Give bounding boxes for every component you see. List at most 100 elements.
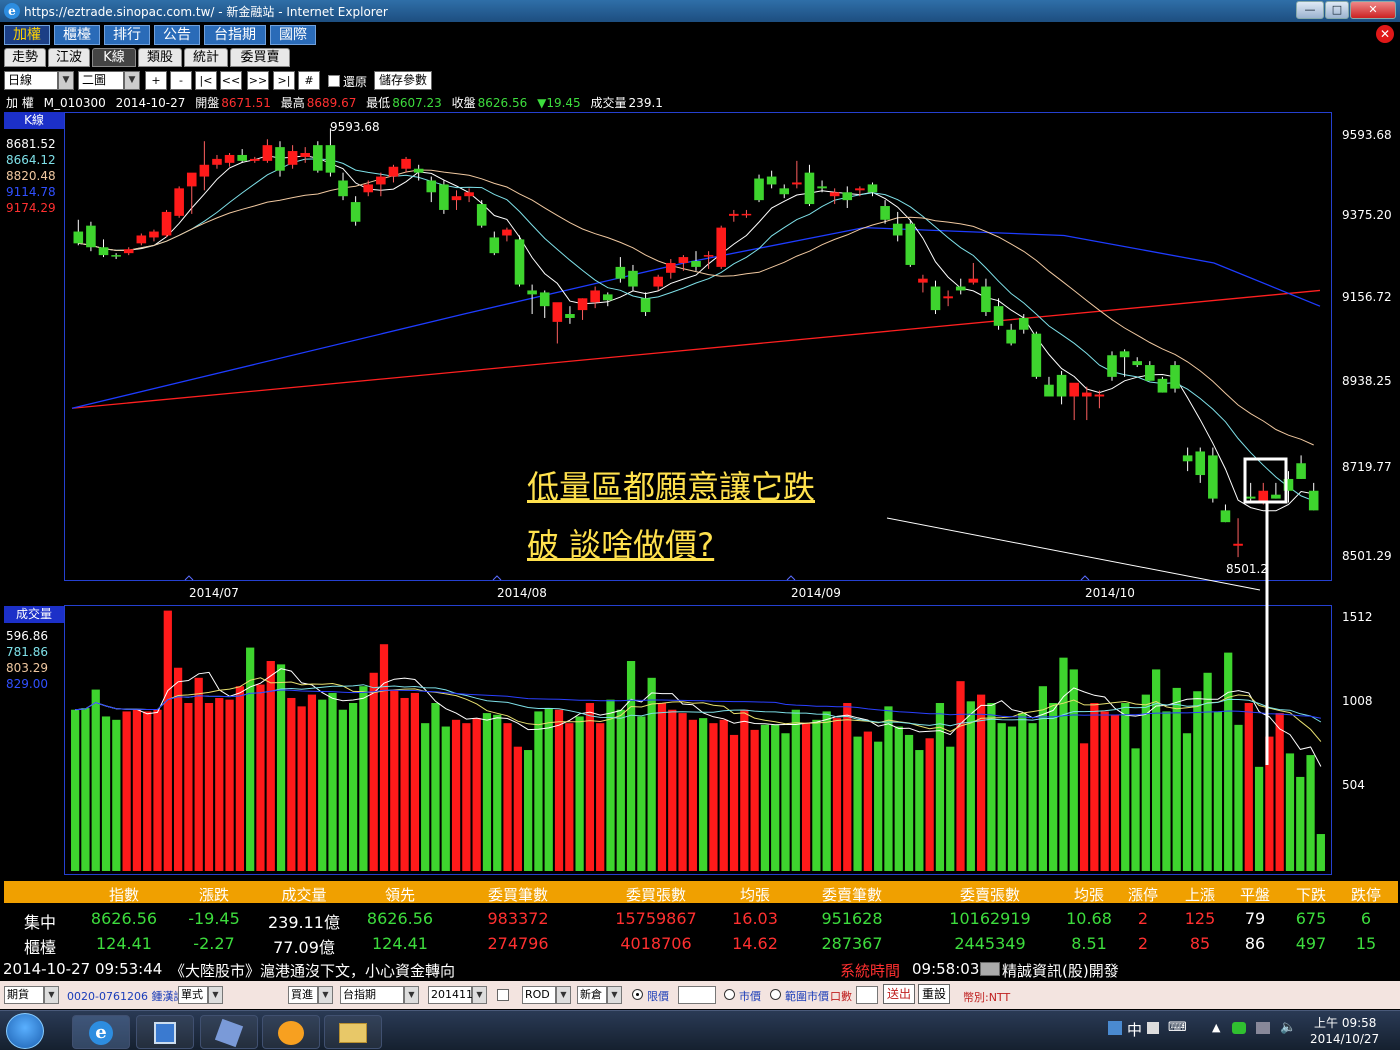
reset-button[interactable]: 重設	[918, 984, 950, 1004]
window-titlebar: e https://eztrade.sinopac.com.tw/ - 新金融站…	[0, 0, 1400, 22]
tab-stats[interactable]: 統計	[184, 48, 228, 67]
tab-international[interactable]: 國際	[270, 25, 316, 45]
candle-body	[1208, 455, 1218, 499]
candle-body	[111, 255, 121, 257]
first-button[interactable]: |<	[195, 71, 217, 90]
candle	[338, 172, 348, 201]
volume-bar	[1182, 733, 1192, 871]
submit-order-button[interactable]: 送出	[883, 984, 915, 1004]
candle-body	[1006, 329, 1016, 344]
tray-expand-icon[interactable]: ▲	[1212, 1021, 1220, 1034]
chevron-down-icon[interactable]: ▼	[44, 986, 59, 1004]
app-logo-icon[interactable]: ✕	[1376, 25, 1394, 43]
zoom-out-button[interactable]: -	[170, 71, 192, 90]
keyboard-icon[interactable]: ⌨	[1168, 1020, 1187, 1035]
network-icon[interactable]	[1256, 1022, 1270, 1034]
last-button[interactable]: >|	[273, 71, 295, 90]
candle	[1271, 482, 1281, 499]
order-type-select[interactable]: 期貨	[4, 986, 44, 1004]
grid-button[interactable]: #	[298, 71, 320, 90]
month-select[interactable]: 201411	[428, 986, 473, 1004]
qty-input[interactable]	[856, 986, 878, 1004]
folder-taskbar-icon[interactable]	[324, 1015, 382, 1049]
zoom-in-button[interactable]: +	[145, 71, 167, 90]
prev-button[interactable]: <<	[220, 71, 242, 90]
tab-orderbook[interactable]: 委買賣	[230, 48, 290, 67]
volume-bar	[554, 709, 564, 871]
close-button[interactable]: ✕	[1350, 1, 1396, 19]
price-input[interactable]	[678, 986, 716, 1004]
candle	[212, 154, 222, 169]
app-taskbar-icon[interactable]	[200, 1015, 258, 1049]
candle	[123, 247, 134, 256]
volume-panel-label: 成交量	[4, 606, 64, 623]
candle-body	[212, 158, 222, 165]
volume-bar	[266, 661, 275, 871]
candle-body	[766, 176, 777, 185]
candle-body	[1132, 361, 1143, 366]
period-select[interactable]: 日線	[4, 71, 58, 90]
tab-announce[interactable]: 公告	[154, 25, 200, 45]
limit-radio[interactable]	[632, 989, 643, 1000]
candle	[1069, 382, 1079, 421]
ie-taskbar-icon[interactable]: e	[72, 1015, 130, 1049]
start-button[interactable]	[6, 1013, 44, 1049]
volume-bar	[1172, 687, 1181, 871]
tab-futures[interactable]: 台指期	[204, 25, 266, 45]
condition-select[interactable]: ROD	[522, 986, 556, 1004]
volume-bar	[966, 701, 975, 871]
candle	[779, 184, 790, 199]
ime-mode-icon[interactable]	[1147, 1022, 1159, 1034]
minimize-button[interactable]: —	[1296, 1, 1324, 19]
order-mode-select[interactable]: 單式	[178, 986, 208, 1004]
tab-ranking[interactable]: 排行	[104, 25, 150, 45]
clock-time[interactable]: 上午 09:58	[1314, 1014, 1376, 1031]
order-entry-bar: 期貨 ▼ 0020-0761206 鍾漢諾 單式 ▼ 買進 ▼ 台指期 ▼ 201411…	[0, 981, 1400, 1009]
position-select[interactable]: 新倉	[577, 986, 607, 1004]
clock-date[interactable]: 2014/10/27	[1310, 1032, 1379, 1046]
chevron-down-icon[interactable]: ▼	[556, 986, 571, 1004]
restore-checkbox[interactable]	[328, 75, 340, 87]
maximize-button[interactable]: □	[1325, 1, 1349, 19]
tab-sector[interactable]: 類股	[138, 48, 182, 67]
ime-icon[interactable]	[1108, 1021, 1122, 1035]
chevron-down-icon[interactable]: ▼	[404, 986, 419, 1004]
line-tray-icon[interactable]	[1232, 1022, 1246, 1034]
tab-weighted[interactable]: 加權	[4, 25, 50, 45]
candle-body	[451, 196, 462, 201]
chevron-down-icon[interactable]: ▼	[318, 986, 333, 1004]
volume-icon[interactable]: 🔈	[1280, 1020, 1296, 1035]
chart-toolbar: 日線 ▼ 二圖 ▼ + - |< << >> >| # 還原 儲存參數	[0, 68, 1400, 93]
kline-ytick: 8719.77	[1342, 460, 1392, 474]
ime-label[interactable]: 中	[1127, 1019, 1142, 1040]
volume-bar	[606, 699, 615, 871]
candle-body	[804, 172, 815, 205]
candle	[1056, 370, 1067, 405]
market-radio[interactable]	[724, 989, 735, 1000]
chevron-down-icon[interactable]: ▼	[472, 986, 487, 1004]
product-select[interactable]: 台指期	[340, 986, 404, 1004]
tab-kline[interactable]: K線	[92, 48, 136, 67]
candle-body	[98, 247, 109, 256]
range-market-radio[interactable]	[770, 989, 781, 1000]
stats-cell: 16.03	[732, 909, 778, 928]
news-text[interactable]: 《大陸股市》滬港通沒下文，小心資金轉向	[170, 960, 455, 981]
save-params-button[interactable]: 儲存參數	[374, 71, 432, 90]
side-select[interactable]: 買進	[288, 986, 318, 1004]
chat-taskbar-icon[interactable]	[262, 1015, 320, 1049]
tab-trend[interactable]: 走勢	[4, 48, 46, 67]
media-taskbar-icon[interactable]	[136, 1015, 194, 1049]
next-button[interactable]: >>	[247, 71, 269, 90]
chevron-down-icon[interactable]: ▼	[208, 986, 223, 1004]
chevron-down-icon[interactable]: ▼	[124, 71, 140, 90]
chevron-down-icon[interactable]: ▼	[58, 71, 74, 90]
order-checkbox[interactable]	[497, 989, 509, 1001]
chevron-down-icon[interactable]: ▼	[607, 986, 622, 1004]
index-name: 加 權	[6, 96, 34, 110]
tab-wave[interactable]: 江波	[48, 48, 90, 67]
candle-body	[199, 164, 210, 177]
tab-otc[interactable]: 櫃檯	[54, 25, 100, 45]
layout-select[interactable]: 二圖	[78, 71, 124, 90]
volume-bar	[91, 689, 100, 871]
kline-ytick: 9156.72	[1342, 290, 1392, 304]
